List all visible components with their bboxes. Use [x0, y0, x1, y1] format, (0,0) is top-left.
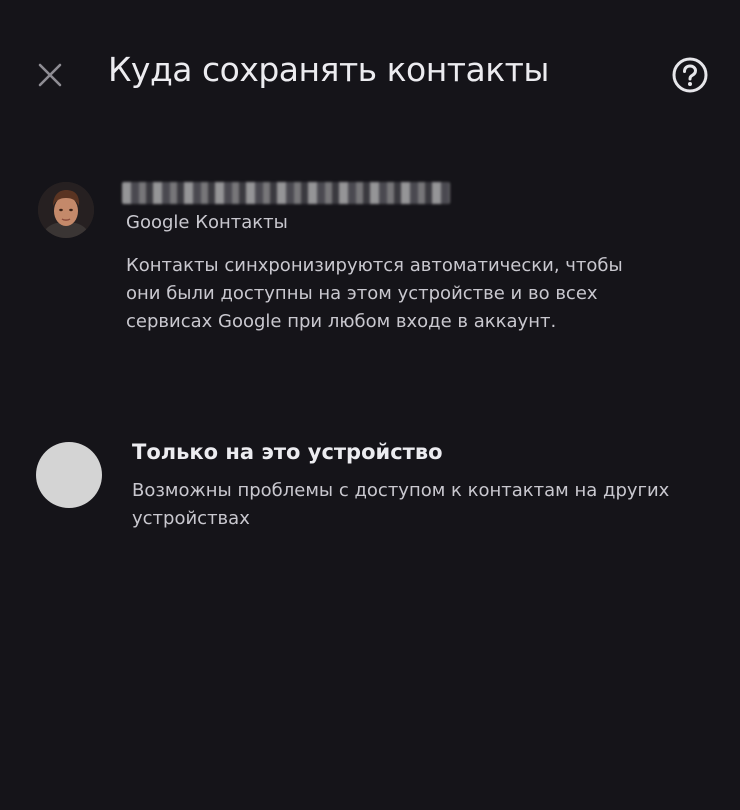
account-email-redacted — [122, 182, 450, 204]
device-option-title: Только на это устройство — [132, 440, 443, 464]
help-button[interactable] — [669, 54, 711, 96]
option-google-account[interactable]: Google Контакты Контакты синхронизируютс… — [0, 170, 740, 380]
close-button[interactable] — [30, 55, 70, 95]
help-circle-icon — [672, 57, 708, 93]
device-option-description: Возможны проблемы с доступом к контактам… — [132, 480, 670, 529]
account-service-label: Google Контакты — [126, 212, 288, 233]
user-avatar — [38, 182, 94, 238]
top-app-bar: Куда сохранять контакты — [0, 0, 740, 150]
device-icon — [36, 442, 102, 508]
option-device-only[interactable]: Только на это устройство Возможны пробле… — [0, 425, 740, 545]
account-description: Контакты синхронизируются автоматически,… — [126, 255, 623, 332]
close-icon — [38, 63, 62, 87]
page-title: Куда сохранять контакты — [108, 50, 549, 89]
